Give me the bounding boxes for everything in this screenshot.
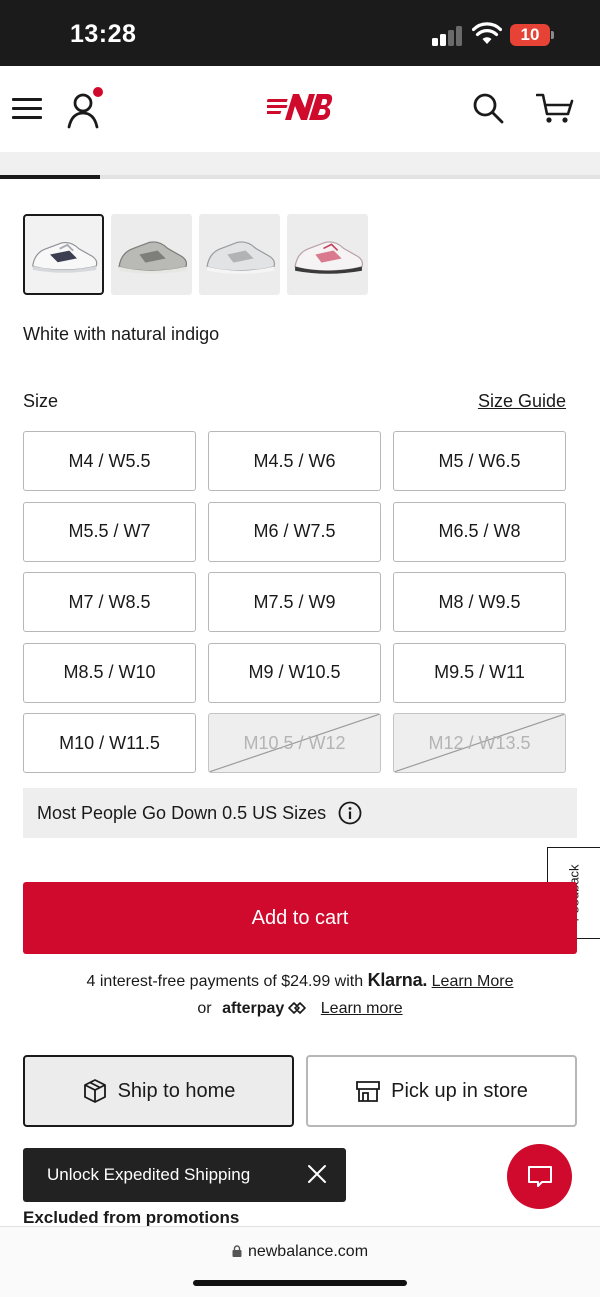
size-option[interactable]: M8 / W9.5 xyxy=(393,572,566,632)
afterpay-arrow-icon xyxy=(288,1002,307,1014)
size-label-text: M8.5 / W10 xyxy=(63,662,156,682)
close-icon[interactable] xyxy=(306,1163,328,1185)
size-label-text: M8 / W9.5 xyxy=(438,591,521,612)
selected-color-name: White with natural indigo xyxy=(23,324,220,344)
excluded-promotions-text: Excluded from promotions xyxy=(23,1208,240,1227)
size-label-text: M9.5 / W11 xyxy=(434,662,525,682)
size-option[interactable]: M4 / W5.5 xyxy=(23,431,196,491)
size-label-text: M10 / W11.5 xyxy=(59,732,160,753)
size-option-unavailable: M10.5 / W12 xyxy=(208,713,381,773)
swatch-white-natural-indigo[interactable] xyxy=(23,214,104,295)
size-option[interactable]: M7.5 / W9 xyxy=(208,572,381,632)
signal-icon xyxy=(432,26,464,46)
wifi-icon xyxy=(472,22,502,44)
status-bar: 13:28 10 xyxy=(0,0,600,66)
size-label-text: M6 / W7.5 xyxy=(253,521,336,541)
status-time: 13:28 xyxy=(70,20,137,48)
new-balance-logo[interactable] xyxy=(267,90,333,126)
gallery-progress-fill xyxy=(0,175,101,179)
size-label-text: M12 / W13.5 xyxy=(428,732,531,753)
size-label-text: M4.5 / W6 xyxy=(253,450,336,471)
size-label-text: M4 / W5.5 xyxy=(68,450,151,471)
swatch-silver[interactable] xyxy=(199,214,280,295)
shoe-image xyxy=(118,241,188,274)
size-label-text: M5.5 / W7 xyxy=(68,521,151,541)
gallery-progress xyxy=(0,175,600,179)
fit-note: Most People Go Down 0.5 US Sizes xyxy=(23,788,577,838)
klarna-line: 4 interest-free payments of $24.99 with … xyxy=(0,970,600,991)
shoe-image xyxy=(206,241,276,274)
shoe-image xyxy=(32,242,98,273)
top-nav xyxy=(0,66,600,152)
url-field[interactable]: newbalance.com xyxy=(0,1243,600,1261)
size-option[interactable]: M9 / W10.5 xyxy=(208,642,381,703)
afterpay-prefix: or xyxy=(197,1000,212,1017)
size-label-text: M6.5 / W8 xyxy=(438,521,521,541)
afterpay-learn-more-link[interactable]: Learn more xyxy=(321,1000,403,1017)
size-label-text: M5 / W6.5 xyxy=(438,450,521,471)
menu-icon[interactable] xyxy=(12,96,42,122)
chat-button[interactable] xyxy=(507,1144,572,1209)
size-label-text: M7 / W8.5 xyxy=(68,591,151,612)
size-option[interactable]: M6 / W7.5 xyxy=(208,501,381,562)
ship-to-home-button[interactable]: Ship to home xyxy=(23,1055,294,1127)
pick-up-in-store-button[interactable]: Pick up in store xyxy=(306,1055,577,1127)
search-icon[interactable] xyxy=(472,92,504,124)
size-option-unavailable: M12 / W13.5 xyxy=(393,713,566,773)
size-option[interactable]: M10 / W11.5 xyxy=(23,713,196,773)
shoe-image xyxy=(294,241,364,274)
swatch-white-pink[interactable] xyxy=(287,214,368,295)
toast-text: Unlock Expedited Shipping xyxy=(47,1165,251,1184)
afterpay-logo: afterpay xyxy=(222,1000,285,1017)
klarna-text: 4 interest-free payments of $24.99 with xyxy=(86,973,364,990)
afterpay-line: or afterpay Learn more xyxy=(0,1000,600,1018)
size-label-text: M9 / W10.5 xyxy=(248,662,341,682)
size-option[interactable]: M5.5 / W7 xyxy=(23,501,196,562)
size-guide-link[interactable]: Size Guide xyxy=(478,391,566,412)
ship-to-home-label: Ship to home xyxy=(117,1079,236,1102)
size-option[interactable]: M8.5 / W10 xyxy=(23,642,196,703)
battery-level: 10 xyxy=(510,24,550,46)
chat-icon xyxy=(527,1165,552,1187)
size-label-text: M10.5 / W12 xyxy=(243,732,346,753)
size-option[interactable]: M5 / W6.5 xyxy=(393,431,566,491)
pick-up-in-store-label: Pick up in store xyxy=(391,1079,528,1102)
expedited-shipping-toast[interactable]: Unlock Expedited Shipping xyxy=(23,1148,346,1202)
size-option[interactable]: M7 / W8.5 xyxy=(23,572,196,632)
add-to-cart-button[interactable]: Add to cart xyxy=(23,882,577,954)
lock-icon xyxy=(232,1245,242,1257)
klarna-learn-more-link[interactable]: Learn More xyxy=(432,973,514,990)
size-option[interactable]: M9.5 / W11 xyxy=(393,642,566,703)
battery-icon: 10 xyxy=(510,24,554,46)
swatch-grey[interactable] xyxy=(111,214,192,295)
size-option[interactable]: M4.5 / W6 xyxy=(208,431,381,491)
size-label: Size xyxy=(23,391,59,411)
url-text: newbalance.com xyxy=(247,1243,369,1260)
size-option[interactable]: M6.5 / W8 xyxy=(393,501,566,562)
info-icon[interactable] xyxy=(338,801,362,825)
package-icon xyxy=(83,1079,106,1103)
fit-note-text: Most People Go Down 0.5 US Sizes xyxy=(37,802,327,823)
size-label-text: M7.5 / W9 xyxy=(253,591,336,612)
klarna-logo: Klarna. xyxy=(367,970,428,990)
notification-dot xyxy=(93,87,103,97)
home-indicator xyxy=(193,1280,407,1286)
browser-url-bar: newbalance.com xyxy=(0,1226,600,1297)
cart-icon[interactable] xyxy=(536,92,574,124)
store-icon xyxy=(356,1081,381,1102)
